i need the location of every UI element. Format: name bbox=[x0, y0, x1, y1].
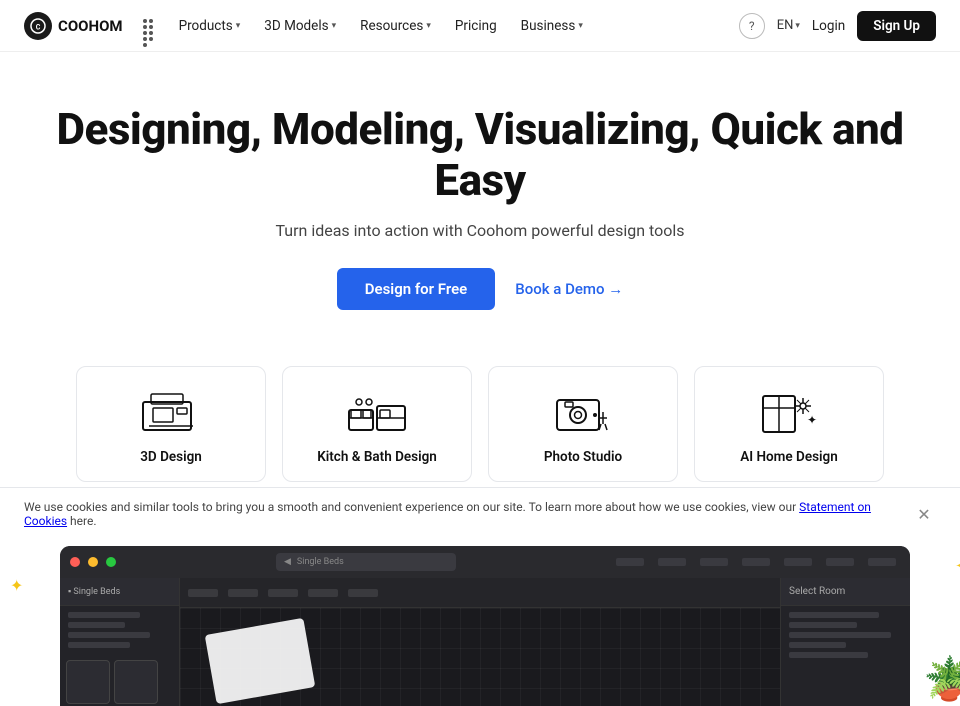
sidebar-header: ▪ Single Beds bbox=[60, 578, 179, 606]
chevron-down-icon: ▾ bbox=[578, 21, 583, 31]
chevron-down-icon: ▾ bbox=[236, 21, 241, 31]
cookie-close-button[interactable]: ✕ bbox=[912, 502, 936, 526]
navbar: C COOHOM Products ▾ 3D Models ▾ Resource… bbox=[0, 0, 960, 52]
cookie-banner: We use cookies and similar tools to brin… bbox=[0, 487, 960, 540]
hero-title: Designing, Modeling, Visualizing, Quick … bbox=[20, 104, 940, 205]
chevron-down-icon: ▾ bbox=[332, 21, 337, 31]
book-demo-button[interactable]: Book a Demo → bbox=[515, 280, 623, 298]
card-ai-label: AI Home Design bbox=[740, 449, 838, 465]
logo-text: COOHOM bbox=[58, 17, 123, 35]
close-dot bbox=[70, 557, 80, 567]
sparkle-icon: ✦ bbox=[955, 556, 960, 577]
kitch-bath-icon bbox=[345, 387, 409, 437]
card-photo-studio[interactable]: Photo Studio bbox=[488, 366, 678, 482]
card-ai-home[interactable]: ✦ AI Home Design bbox=[694, 366, 884, 482]
app-sidebar: ▪ Single Beds bbox=[60, 578, 180, 706]
3d-design-icon bbox=[139, 387, 203, 437]
app-canvas bbox=[180, 608, 780, 706]
ai-home-icon: ✦ bbox=[757, 387, 821, 437]
cookie-text: We use cookies and similar tools to brin… bbox=[24, 500, 884, 528]
app-grid-icon[interactable] bbox=[143, 19, 157, 33]
card-kitch-label: Kitch & Bath Design bbox=[317, 449, 437, 465]
sparkle-icon: ✦ bbox=[10, 576, 23, 595]
svg-text:C: C bbox=[36, 23, 41, 31]
design-free-button[interactable]: Design for Free bbox=[337, 268, 496, 310]
hero-buttons: Design for Free Book a Demo → bbox=[20, 268, 940, 310]
nav-3dmodels[interactable]: 3D Models ▾ bbox=[254, 14, 346, 38]
app-right-panel: Select Room bbox=[780, 578, 910, 706]
nav-resources[interactable]: Resources ▾ bbox=[350, 14, 441, 38]
sidebar-breadcrumb: Single Beds bbox=[297, 557, 344, 567]
app-inner: ▪ Single Beds bbox=[60, 578, 910, 706]
panel-header: Select Room bbox=[781, 578, 910, 606]
chevron-down-icon: ▾ bbox=[426, 21, 431, 31]
nav-pricing[interactable]: Pricing bbox=[445, 14, 507, 38]
hero-subtitle: Turn ideas into action with Coohom power… bbox=[20, 221, 940, 240]
help-button[interactable]: ? bbox=[739, 13, 765, 39]
card-kitch-bath[interactable]: Kitch & Bath Design bbox=[282, 366, 472, 482]
minimize-dot bbox=[88, 557, 98, 567]
card-photo-label: Photo Studio bbox=[544, 449, 622, 465]
nav-links: Products ▾ 3D Models ▾ Resources ▾ Prici… bbox=[169, 14, 593, 38]
nav-right: ? EN ▾ Login Sign Up bbox=[739, 11, 936, 41]
app-titlebar: ◀ Single Beds bbox=[60, 546, 910, 578]
logo[interactable]: C COOHOM bbox=[24, 12, 123, 40]
card-3d-design[interactable]: 3D Design bbox=[76, 366, 266, 482]
chevron-down-icon: ▾ bbox=[795, 21, 800, 31]
nav-products[interactable]: Products ▾ bbox=[169, 14, 251, 38]
maximize-dot bbox=[106, 557, 116, 567]
login-button[interactable]: Login bbox=[812, 18, 845, 34]
app-toolbar bbox=[180, 578, 780, 608]
signup-button[interactable]: Sign Up bbox=[857, 11, 936, 41]
photo-studio-icon bbox=[551, 387, 615, 437]
feature-cards: 3D Design Kitch & Bath Design bbox=[0, 338, 960, 502]
card-3d-label: 3D Design bbox=[140, 449, 202, 465]
nav-business[interactable]: Business ▾ bbox=[511, 14, 593, 38]
logo-icon: C bbox=[24, 12, 52, 40]
hero-section: Designing, Modeling, Visualizing, Quick … bbox=[0, 52, 960, 338]
plant-decoration: 🪴 🌿 bbox=[923, 655, 960, 706]
svg-text:✦: ✦ bbox=[807, 413, 817, 427]
language-selector[interactable]: EN ▾ bbox=[777, 18, 800, 33]
app-preview: ◀ Single Beds ▪ Single Beds bbox=[60, 546, 910, 706]
